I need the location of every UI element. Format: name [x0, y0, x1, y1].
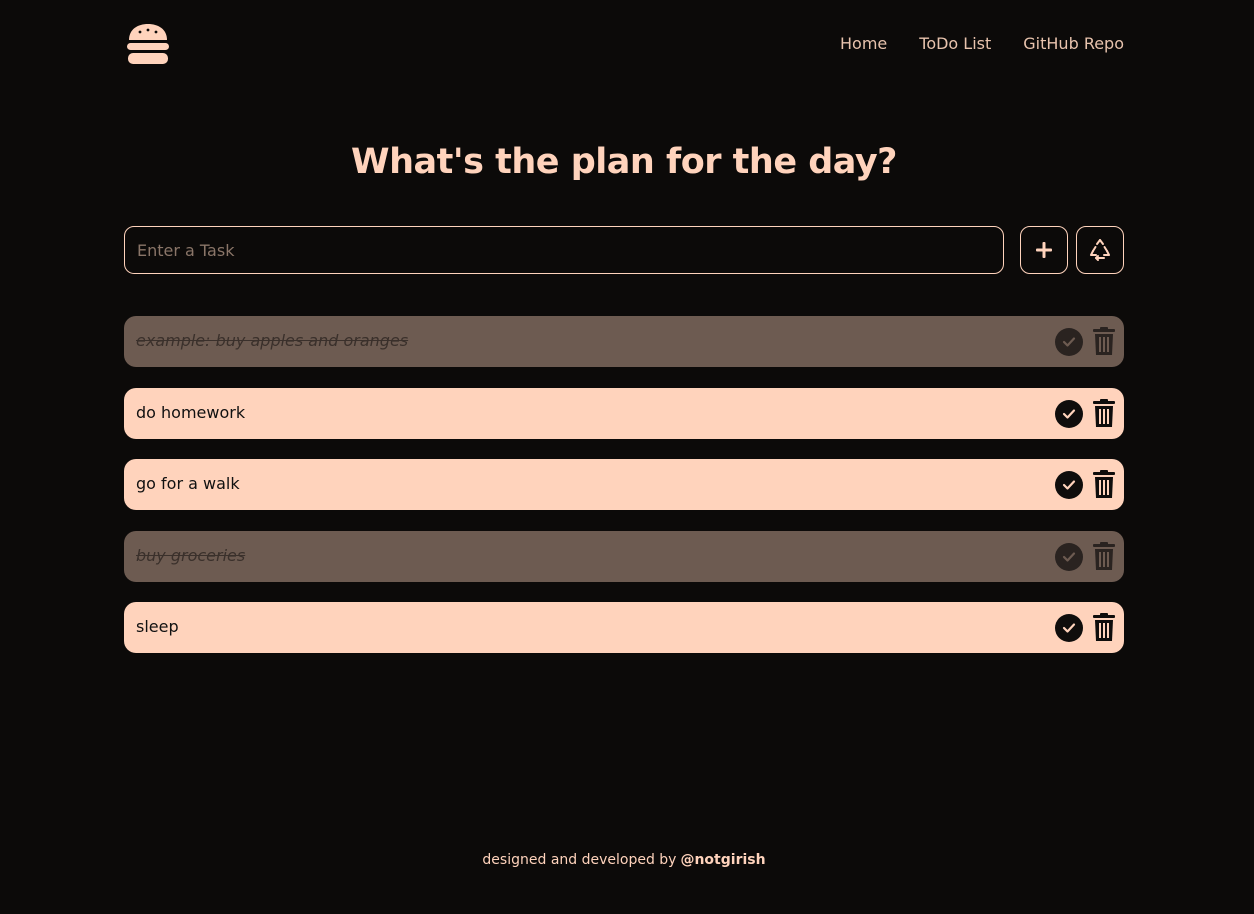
task-text: sleep: [136, 617, 179, 636]
task-input[interactable]: [124, 226, 1004, 274]
nav-link-github-repo[interactable]: GitHub Repo: [1023, 34, 1124, 53]
task-item[interactable]: buy groceries: [124, 530, 1124, 582]
task-text: example: buy apples and oranges: [136, 331, 409, 350]
page: Home ToDo List GitHub Repo What's the pl…: [0, 0, 1254, 914]
trash-icon[interactable]: [1092, 470, 1116, 499]
add-task-button[interactable]: [1020, 226, 1068, 274]
check-icon: [1062, 551, 1076, 562]
task-item[interactable]: sleep: [124, 602, 1124, 653]
task-text: buy groceries: [136, 545, 246, 565]
check-icon: [1062, 408, 1076, 419]
recycle-icon: [1090, 239, 1110, 261]
check-icon: [1062, 623, 1076, 633]
page-title: What's the plan for the day?: [351, 142, 897, 182]
task-item[interactable]: example: buy apples and oranges: [124, 316, 1124, 367]
complete-task-button[interactable]: [1055, 542, 1083, 571]
trash-icon[interactable]: [1092, 327, 1116, 356]
complete-task-button[interactable]: [1055, 471, 1083, 499]
nav-link-home[interactable]: Home: [840, 34, 887, 53]
footer: designed and developed by @notgirish: [124, 852, 1124, 868]
plus-icon: [1036, 242, 1052, 258]
trash-icon[interactable]: [1092, 541, 1116, 571]
task-item[interactable]: do homework: [124, 387, 1124, 439]
task-text: do homework: [136, 402, 246, 422]
nav-links: Home ToDo List GitHub Repo: [840, 34, 1124, 53]
complete-task-button[interactable]: [1055, 399, 1083, 428]
task-item[interactable]: go for a walk: [124, 459, 1124, 510]
burger-icon[interactable]: [126, 24, 170, 66]
task-list: example: buy apples and oranges do homew…: [124, 316, 1124, 674]
complete-task-button[interactable]: [1055, 614, 1083, 642]
clear-tasks-button[interactable]: [1076, 226, 1124, 274]
trash-icon[interactable]: [1092, 398, 1116, 428]
footer-text: designed and developed by: [482, 852, 677, 868]
check-icon: [1062, 480, 1076, 490]
navbar: Home ToDo List GitHub Repo: [124, 20, 1124, 70]
author-link[interactable]: @notgirish: [680, 852, 765, 868]
trash-icon[interactable]: [1092, 613, 1116, 642]
nav-link-todo-list[interactable]: ToDo List: [919, 34, 991, 53]
task-text: go for a walk: [136, 474, 240, 493]
complete-task-button[interactable]: [1055, 328, 1083, 356]
check-icon: [1062, 337, 1076, 347]
